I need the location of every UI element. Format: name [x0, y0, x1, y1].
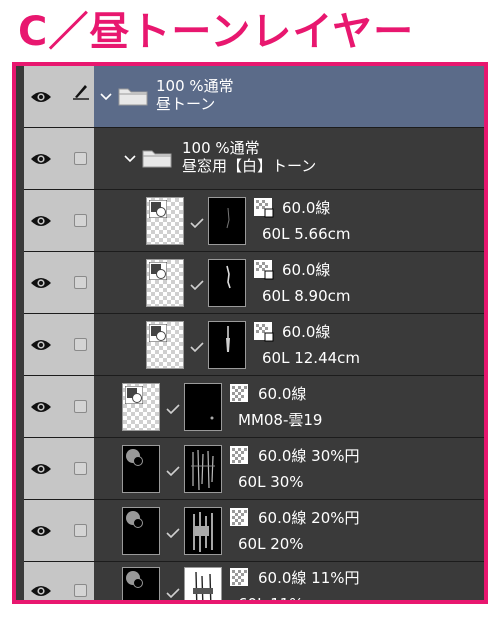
eye-icon[interactable] [30, 90, 52, 104]
lock-checkbox[interactable] [74, 276, 87, 289]
layer-row[interactable]: 60.0線 20%円 60L 20% [16, 500, 484, 562]
lock-checkbox[interactable] [74, 214, 87, 227]
layer-name: 昼トーン [156, 95, 216, 113]
layer-group-row[interactable]: 100 %通常 昼トーン [16, 66, 484, 128]
eye-icon[interactable] [30, 214, 52, 228]
tone-setting: 60.0線 [282, 323, 331, 341]
mask-link-icon [190, 280, 204, 290]
layer-name: 60L 11% [238, 595, 304, 604]
layer-mask-thumbnail[interactable] [184, 445, 222, 493]
layer-name: 60L 12.44cm [262, 349, 361, 367]
layer-group-row[interactable]: 100 %通常 昼窓用【白】トーン [16, 128, 484, 190]
tone-setting: 60.0線 [258, 385, 307, 403]
mask-link-icon [166, 528, 180, 538]
lock-checkbox[interactable] [74, 152, 87, 165]
lock-checkbox[interactable] [74, 400, 87, 413]
eye-icon[interactable] [30, 152, 52, 166]
layer-name: 60L 5.66cm [262, 225, 351, 243]
layer-name: 昼窓用【白】トーン [182, 157, 317, 175]
layer-row[interactable]: 60.0線 MM08-雲19 [16, 376, 484, 438]
layer-name: 60L 20% [238, 535, 304, 553]
layer-mask-thumbnail[interactable] [184, 507, 222, 555]
eye-icon[interactable] [30, 524, 52, 538]
eye-icon[interactable] [30, 400, 52, 414]
eye-icon[interactable] [30, 584, 52, 598]
tone-icon [230, 384, 248, 402]
lock-checkbox[interactable] [74, 338, 87, 351]
layer-mask-thumbnail[interactable] [184, 567, 222, 600]
chevron-down-icon[interactable] [124, 155, 136, 163]
tone-setting: 60.0線 [282, 261, 331, 279]
layer-mask-thumbnail[interactable] [184, 383, 222, 431]
mask-link-icon [166, 588, 180, 598]
tone-icon [254, 322, 274, 342]
layer-row[interactable]: 60.0線 30%円 60L 30% [16, 438, 484, 500]
tone-setting: 60.0線 11%円 [258, 569, 360, 587]
layer-name: 60L 8.90cm [262, 287, 351, 305]
tone-icon [230, 508, 248, 526]
tone-icon [254, 198, 274, 218]
layer-opacity-blend: 100 %通常 [182, 139, 260, 157]
tone-setting: 60.0線 30%円 [258, 447, 360, 465]
chevron-down-icon[interactable] [100, 93, 112, 101]
mask-link-icon [190, 218, 204, 228]
layer-name: MM08-雲19 [238, 411, 323, 429]
tone-icon [254, 260, 274, 280]
tone-layer-icon [149, 324, 167, 342]
layer-row[interactable]: 60.0線 60L 8.90cm [16, 252, 484, 314]
mask-link-icon [166, 404, 180, 414]
lock-checkbox[interactable] [74, 584, 87, 597]
layer-mask-thumbnail[interactable] [208, 197, 246, 245]
layer-thumbnail [122, 507, 160, 555]
mask-link-icon [190, 342, 204, 352]
layer-row[interactable]: 60.0線 60L 5.66cm [16, 190, 484, 252]
tone-layer-icon [125, 386, 143, 404]
folder-icon [118, 88, 148, 106]
mask-link-icon [166, 466, 180, 476]
layer-name: 60L 30% [238, 473, 304, 491]
layer-mask-thumbnail[interactable] [208, 259, 246, 307]
layer-thumbnail [146, 321, 184, 369]
eye-icon[interactable] [30, 338, 52, 352]
tone-setting: 60.0線 20%円 [258, 509, 360, 527]
lock-checkbox[interactable] [74, 524, 87, 537]
layer-thumbnail [146, 259, 184, 307]
layer-row[interactable]: 60.0線 11%円 60L 11% [16, 562, 484, 604]
eye-icon[interactable] [30, 276, 52, 290]
tone-layer-icon [149, 200, 167, 218]
layer-row[interactable]: 60.0線 60L 12.44cm [16, 314, 484, 376]
layer-thumbnail [122, 445, 160, 493]
tone-setting: 60.0線 [282, 199, 331, 217]
layer-opacity-blend: 100 %通常 [156, 77, 234, 95]
tone-layer-icon [149, 262, 167, 280]
layer-panel: 100 %通常 昼トーン 100 %通常 昼窓用【白】トーン 60.0線 60L… [12, 62, 488, 604]
tone-icon [230, 568, 248, 586]
pen-icon[interactable] [72, 82, 90, 100]
layer-thumbnail [122, 383, 160, 431]
layer-thumbnail [146, 197, 184, 245]
layer-list: 100 %通常 昼トーン 100 %通常 昼窓用【白】トーン 60.0線 60L… [16, 66, 484, 600]
lock-checkbox[interactable] [74, 462, 87, 475]
layer-thumbnail [122, 567, 160, 600]
layer-mask-thumbnail[interactable] [208, 321, 246, 369]
folder-icon [142, 150, 172, 168]
eye-icon[interactable] [30, 462, 52, 476]
tone-icon [230, 446, 248, 464]
page-title: C／昼トーンレイヤー [18, 9, 415, 55]
